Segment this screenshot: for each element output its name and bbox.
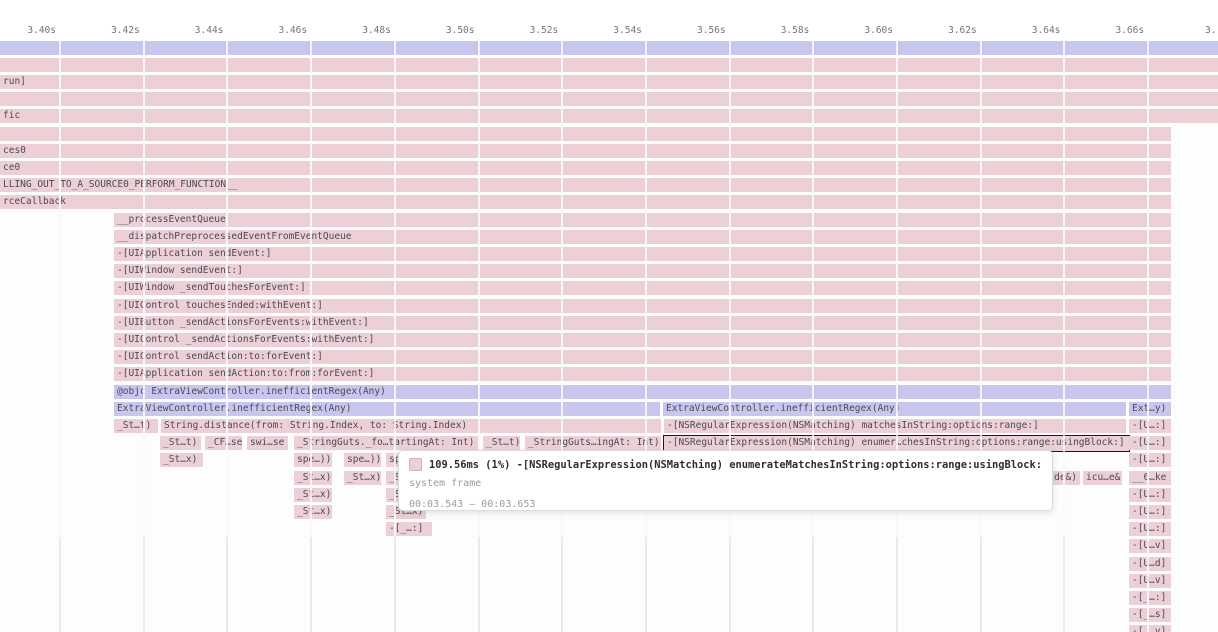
flame-frame[interactable]: ces0 xyxy=(0,144,1171,158)
flame-frame[interactable]: -[U…v] xyxy=(1129,539,1171,553)
flame-frame[interactable]: -[U…:] xyxy=(1129,436,1171,450)
flame-frame[interactable]: __dispatchPreprocessedEventFromEventQueu… xyxy=(114,230,1171,244)
axis-tick-label: 3.44s xyxy=(165,25,223,36)
flame-frame[interactable]: LLING_OUT_TO_A_SOURCE0_PERFORM_FUNCTION_… xyxy=(0,178,1171,192)
flame-frame[interactable]: run] xyxy=(0,75,1218,89)
gridline-gap xyxy=(394,40,396,537)
gridline-gap xyxy=(1063,40,1065,537)
flame-graph: run] fic ces0 ce0 LLING_OUT_TO_A_SOURCE0_PER… xyxy=(0,0,1218,632)
flame-frame[interactable]: -[UIApplication sendAction:to:from:forEv… xyxy=(114,367,1171,381)
flame-frame[interactable]: rceCallback xyxy=(0,195,1171,209)
flame-frame[interactable] xyxy=(0,41,1218,55)
axis-tick-label: 3.50s xyxy=(417,25,475,36)
flame-frame[interactable]: _St…x) xyxy=(294,488,332,502)
flame-frame[interactable]: __6…ke xyxy=(1129,471,1171,485)
flame-frame[interactable]: -[U…:] xyxy=(1129,419,1171,433)
axis-tick-label: 3.48s xyxy=(333,25,391,36)
flame-frame[interactable]: ExtraViewController.inefficientRegex(Any… xyxy=(114,402,660,416)
axis-tick-label: 3.62s xyxy=(919,25,977,36)
flame-frame[interactable]: _CF…se xyxy=(205,436,242,450)
axis-tick-label: 3.60s xyxy=(835,25,893,36)
flame-frame[interactable]: Ext…y) xyxy=(1129,402,1171,416)
flame-frame[interactable]: _St…t) xyxy=(114,419,158,433)
axis-tick-label: 3.42s xyxy=(82,25,140,36)
gridline-gap xyxy=(143,40,145,537)
flame-frame[interactable]: -[UIButton _sendActionsForEvents:withEve… xyxy=(114,316,1171,330)
axis-tick-label: 3.58s xyxy=(751,25,809,36)
axis-tick-label-partial: 3. xyxy=(1205,25,1216,36)
axis-tick-label: 3.64s xyxy=(1002,25,1060,36)
flame-frame[interactable]: __processEventQueue xyxy=(114,213,1171,227)
axis-tick-label: 3.40s xyxy=(0,25,56,36)
flame-frame[interactable]: _St…x) xyxy=(294,505,332,519)
axis-tick-label: 3.46s xyxy=(249,25,307,36)
flame-frame[interactable]: _St…t) xyxy=(483,436,520,450)
flame-frame[interactable]: -[NSRegularExpression(NSMatching) matche… xyxy=(664,419,1126,433)
time-axis[interactable]: 3.40s 3.42s 3.44s 3.46s 3.48s 3.50s 3.52s 3.54s… xyxy=(0,0,1218,40)
flame-frame[interactable]: -[UIControl _sendActionsForEvents:withEv… xyxy=(114,333,1171,347)
flame-frame[interactable]: ce0 xyxy=(0,161,1171,175)
flame-frame[interactable]: String.distance(from: String.Index, to: … xyxy=(161,419,661,433)
flame-frame[interactable]: _StringGuts…ingAt: Int) xyxy=(525,436,661,450)
axis-tick-label: 3.52s xyxy=(500,25,558,36)
flame-frame[interactable]: -[U…:] xyxy=(1129,488,1171,502)
flame-frame[interactable] xyxy=(0,92,1218,106)
frame-color-swatch-icon xyxy=(409,458,422,471)
flame-frame[interactable]: swi…se xyxy=(247,436,288,450)
flame-frame[interactable]: spe…)) xyxy=(344,453,381,467)
flame-frame[interactable]: -[_…s] xyxy=(1129,608,1171,622)
axis-tick-label: 3.56s xyxy=(668,25,726,36)
flame-frame[interactable]: -[UIWindow _sendTouchesForEvent:] xyxy=(114,281,1171,295)
gridline-gap xyxy=(59,40,61,537)
flame-frame[interactable]: -[U…v] xyxy=(1129,574,1171,588)
flame-frame[interactable]: -[U…:] xyxy=(1129,453,1171,467)
flame-frame[interactable]: _St…x) xyxy=(160,453,203,467)
axis-tick-label: 3.54s xyxy=(584,25,642,36)
tooltip-title-line: 109.56ms (1%) -[NSRegularExpression(NSMa… xyxy=(409,456,1042,473)
axis-tick-label: 3.66s xyxy=(1086,25,1144,36)
flame-frame[interactable]: spe…)) xyxy=(294,453,332,467)
gridline-gap xyxy=(226,40,228,537)
flame-frame[interactable]: -[U…:] xyxy=(1129,505,1171,519)
tooltip-frame-kind: system frame xyxy=(409,473,1042,494)
gridline-gap xyxy=(1147,40,1149,632)
tooltip-title: 109.56ms (1%) -[NSRegularExpression(NSMa… xyxy=(429,459,1042,471)
flame-frame[interactable]: -[UIWindow sendEvent:] xyxy=(114,264,1171,278)
flame-frame[interactable]: _StringGuts._fo…tartingAt: Int) xyxy=(294,436,479,450)
flame-graph-view: 3.40s 3.42s 3.44s 3.46s 3.48s 3.50s 3.52s 3.54s… xyxy=(0,0,1218,632)
flame-frame[interactable]: fic xyxy=(0,109,1218,123)
flame-frame[interactable]: -[UIApplication sendEvent:] xyxy=(114,247,1171,261)
flame-frame[interactable]: -[U…:] xyxy=(1129,522,1171,536)
tooltip: 109.56ms (1%) -[NSRegularExpression(NSMa… xyxy=(398,450,1053,511)
flame-frame[interactable]: -[UIControl touchesEnded:withEvent:] xyxy=(114,299,1171,313)
flame-frame[interactable]: @objc ExtraViewController.inefficientReg… xyxy=(114,385,1171,399)
flame-frame[interactable] xyxy=(0,58,1218,72)
gridline-gap xyxy=(310,40,312,537)
flame-frame[interactable]: ExtraViewController.inefficientRegex(Any… xyxy=(663,402,1126,416)
tooltip-time-range: 00:03.543 — 00:03.653 xyxy=(409,494,1042,515)
flame-frame[interactable] xyxy=(0,127,1171,141)
flame-frame[interactable]: -[UIControl sendAction:to:forEvent:] xyxy=(114,350,1171,364)
flame-frame[interactable]: icu…e&) xyxy=(1083,471,1122,485)
flame-frame[interactable]: _St…x) xyxy=(294,471,332,485)
flame-frame[interactable]: _St…t) xyxy=(160,436,201,450)
flame-frame[interactable]: -[_…:] xyxy=(1129,591,1171,605)
flame-frame[interactable]: -[U…d] xyxy=(1129,557,1171,571)
flame-frame[interactable]: _St…x) xyxy=(344,471,381,485)
flame-frame[interactable]: -[_…v] xyxy=(1129,625,1171,632)
